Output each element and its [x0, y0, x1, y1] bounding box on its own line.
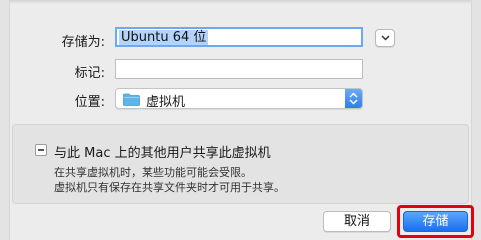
popup-stepper[interactable] — [345, 89, 362, 108]
checkbox-indeterminate-mark — [38, 149, 44, 151]
location-popup[interactable]: 虚拟机 — [115, 88, 363, 110]
window-left-edge — [0, 0, 10, 240]
save-as-field[interactable]: Ubuntu 64 位 — [115, 27, 363, 47]
cancel-button[interactable]: 取消 — [323, 211, 391, 232]
up-down-arrows-icon — [349, 92, 358, 105]
where-label: 位置: — [74, 95, 105, 110]
share-checkbox[interactable] — [35, 144, 47, 156]
share-checkbox-label[interactable]: 与此 Mac 上的其他用户共享此虚拟机 — [54, 142, 271, 161]
window-right-edge — [471, 0, 481, 240]
tags-field[interactable] — [115, 59, 363, 79]
tags-label: 标记: — [74, 66, 105, 81]
chevron-down-icon — [381, 35, 390, 41]
sharing-note-line-2: 虚拟机只有保存在共享文件夹时才可用于共享。 — [54, 181, 285, 194]
expand-button[interactable] — [375, 29, 395, 47]
save-button[interactable]: 存储 — [403, 211, 468, 232]
dialog-top-edge — [0, 0, 481, 4]
sharing-note-line-1: 在共享虚拟机时，某些功能可能会受限。 — [54, 166, 252, 179]
save-as-value[interactable]: Ubuntu 64 位 — [119, 30, 209, 45]
folder-icon — [123, 93, 140, 106]
save-as-label: 存储为: — [61, 35, 105, 50]
location-value: 虚拟机 — [146, 95, 186, 110]
